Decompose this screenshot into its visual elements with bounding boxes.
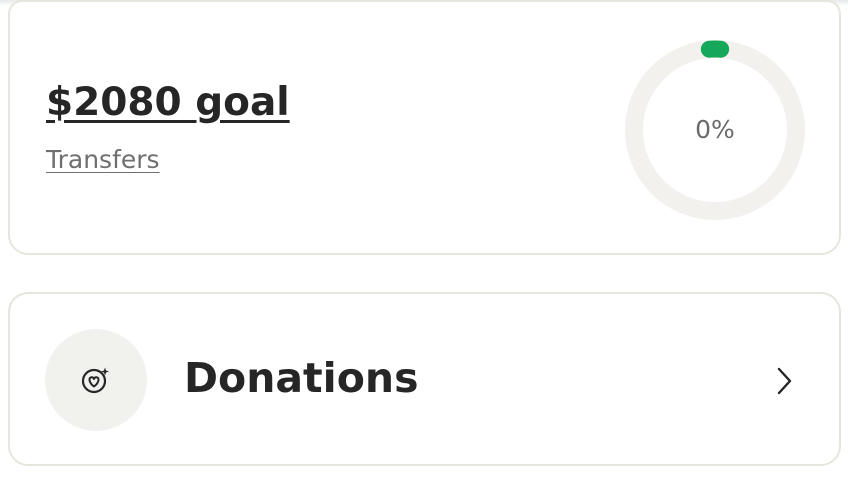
page: $2080 goal Transfers 0% Donations xyxy=(0,0,848,477)
chevron-right-icon[interactable] xyxy=(774,366,794,396)
goal-subtitle-link[interactable]: Transfers xyxy=(46,145,160,174)
heart-target-sparkle-icon xyxy=(81,367,109,394)
savings-goal-card: $2080 goal Transfers 0% xyxy=(8,0,841,255)
goal-title-link[interactable]: $2080 goal xyxy=(46,80,290,125)
progress-percent-label: 0% xyxy=(695,115,735,144)
progress-ring: 0% xyxy=(622,37,808,223)
donations-icon-badge xyxy=(45,329,147,431)
donations-label: Donations xyxy=(184,354,419,402)
donations-row[interactable]: Donations xyxy=(8,292,841,466)
